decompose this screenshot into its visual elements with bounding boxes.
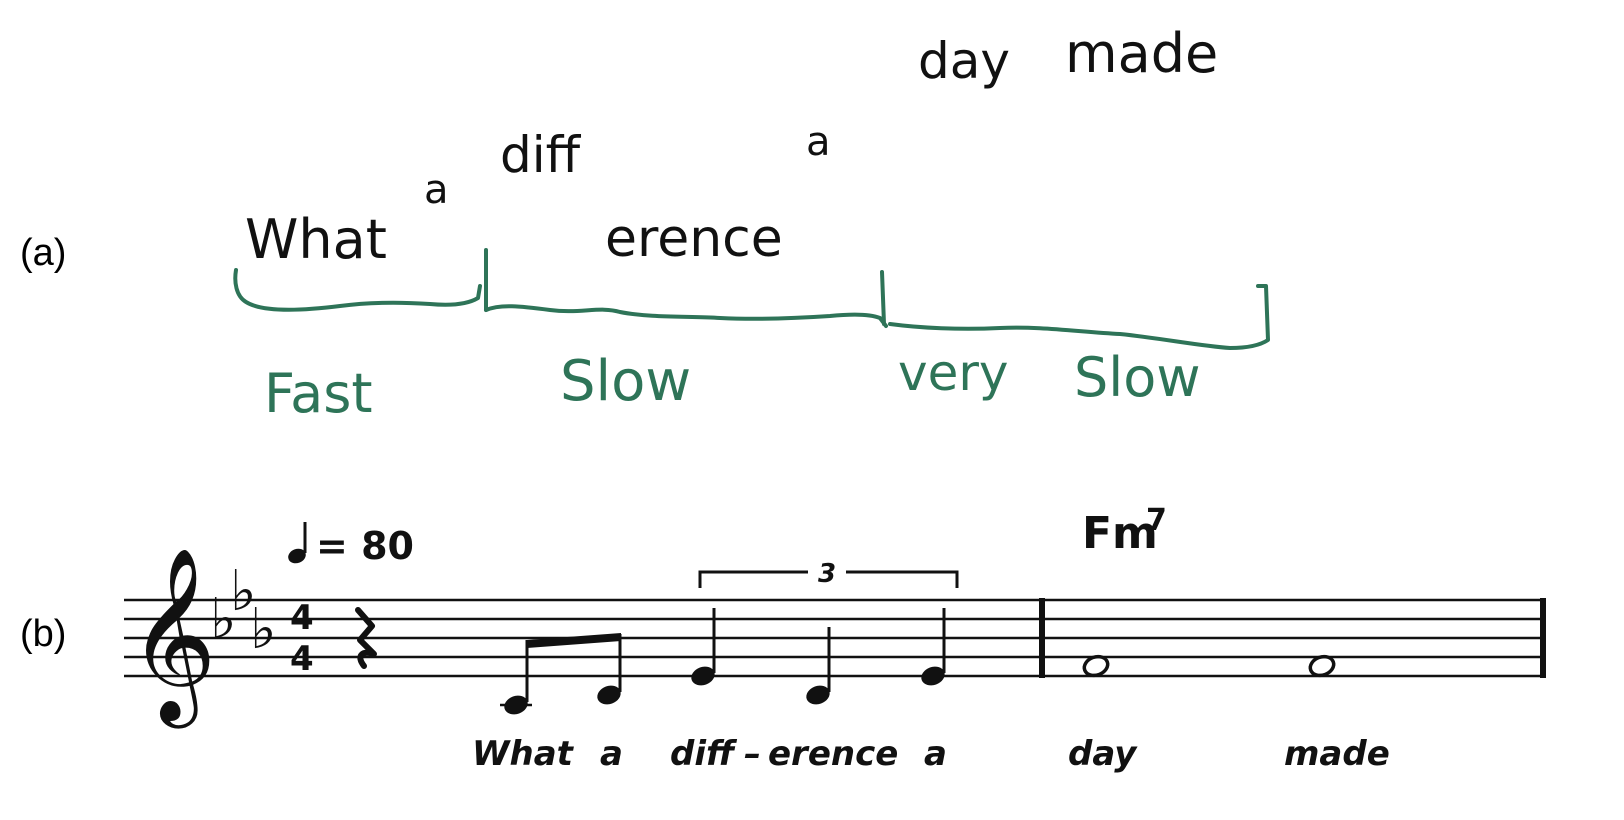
key-signature-flats: ♭ ♭ ♭	[210, 559, 276, 662]
panel-a: What a diff erence a day made Fast Slow …	[233, 22, 1270, 425]
lyric-made: made	[1065, 22, 1218, 85]
notes	[500, 608, 1336, 715]
lyric-erence: erence	[605, 209, 783, 269]
bracket-very-slow	[888, 284, 1270, 350]
phrase-slow: Slow	[560, 349, 691, 414]
treble-clef-icon: 𝄞	[128, 547, 217, 729]
tempo-value: = 80	[316, 524, 414, 568]
triplet-label: 3	[818, 559, 836, 589]
lyric-b-made: made	[1284, 734, 1390, 774]
phrase-fast: Fast	[264, 362, 373, 425]
triplet-bracket-right	[846, 570, 959, 588]
time-signature-bottom: 4	[290, 639, 314, 679]
bracket-slow	[484, 270, 888, 328]
lyric-b-what: What	[472, 734, 575, 774]
lyric-diff: diff	[500, 126, 582, 184]
tempo-marking: = 80	[288, 522, 414, 568]
lyric-a-2: a	[806, 119, 831, 165]
lyric-day: day	[918, 32, 1010, 90]
lyric-b-a: a	[600, 734, 623, 774]
lyric-what: What	[245, 208, 387, 271]
time-signature-top: 4	[290, 598, 314, 638]
lyric-b-day: day	[1068, 734, 1138, 774]
phrase-very: very	[898, 344, 1009, 402]
flat-icon-a: ♭	[250, 597, 276, 662]
lyric-b-diff: diff	[670, 734, 738, 774]
lyric-a-1: a	[424, 167, 449, 213]
chord-extension: 7	[1146, 503, 1167, 538]
lyric-b-hyphen: –	[744, 734, 761, 774]
phrase-slow-2: Slow	[1074, 346, 1200, 409]
figure-canvas: What a diff erence a day made Fast Slow …	[124, 22, 1546, 774]
lyric-b-erence: erence	[768, 734, 898, 774]
triplet-bracket-left	[698, 570, 808, 588]
eighth-beam	[527, 633, 621, 648]
lyrics-b: What a diff – erence a day made	[472, 734, 1390, 774]
panel-b: 𝄞 ♭ ♭ ♭ 4 4 = 80 Fm 7 3 What a diff – er…	[124, 503, 1546, 774]
lyric-b-a-2: a	[924, 734, 947, 774]
